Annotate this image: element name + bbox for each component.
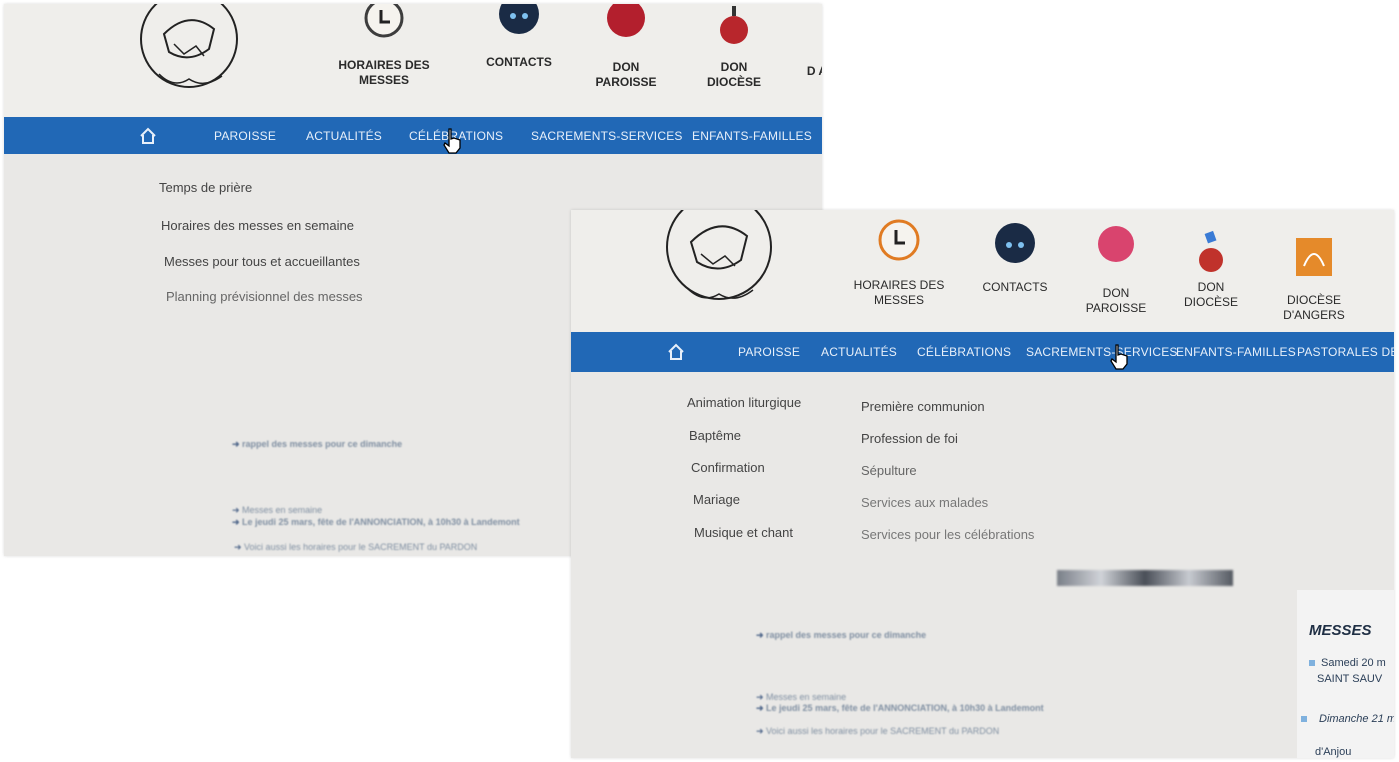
dropdown-item[interactable]: Profession de foi [861,431,958,446]
home-button[interactable] [665,341,687,363]
content-line[interactable]: Voici aussi les horaires pour le SACREME… [756,726,999,737]
sidebar-item-place: d'Anjou [1315,746,1352,758]
nav-paroisse[interactable]: PAROISSE [738,345,800,359]
dropdown-item[interactable]: Messes pour tous et accueillantes [164,254,360,269]
don-paroisse-link[interactable]: DON PAROISSE [1076,224,1156,316]
nav-enfants-familles[interactable]: ENFANTS-FAMILLES [1176,345,1296,359]
main-nav: PAROISSE ACTUALITÉS CÉLÉBRATIONS SACREME… [571,332,1394,372]
content-line[interactable]: Le jeudi 25 mars, fête de l'ANNONCIATION… [756,703,1044,714]
parish-logo[interactable] [659,210,779,322]
sidebar-item[interactable]: Dimanche 21 m [1319,713,1394,725]
content-line[interactable]: rappel des messes pour ce dimanche [232,439,402,450]
bullet-icon [1309,660,1315,666]
don-diocese-label: DON DIOCÈSE [706,60,761,89]
nav-paroisse[interactable]: PAROISSE [214,129,276,143]
dropdown-item[interactable]: Musique et chant [694,525,793,540]
site-header: HORAIRES DES MESSES CONTACTS DON PAROISS… [571,210,1394,332]
don-diocese-link[interactable]: DON DIOCÈSE [694,4,774,90]
diocese-logo-icon [1296,238,1332,276]
nav-actualites[interactable]: ACTUALITÉS [821,345,897,359]
horaires-des-messes-link[interactable]: HORAIRES DES MESSES [849,218,949,308]
site-header: HORAIRES DES MESSES CONTACTS DON PAROISS… [4,4,822,117]
dropdown-item[interactable]: Confirmation [691,460,765,475]
don-diocese-link[interactable]: DON DIOCÈSE [1171,228,1251,310]
dropdown-item[interactable]: Planning prévisionnel des messes [166,289,363,304]
dropdown-item[interactable]: Horaires des messes en semaine [161,218,354,233]
screenshot-sacrements-menu: HORAIRES DES MESSES CONTACTS DON PAROISS… [571,210,1394,758]
content-line[interactable]: Messes en semaine [232,505,322,516]
dropdown-item[interactable]: Sépulture [861,463,917,478]
nav-enfants-familles[interactable]: ENFANTS-FAMILLES [692,129,812,143]
blurred-image-strip [1057,570,1233,586]
phone-icon [995,223,1035,263]
dropdown-item[interactable]: Première communion [861,399,985,414]
don-paroisse-label: DON PAROISSE [1085,286,1147,315]
contacts-label: CONTACTS [982,280,1048,294]
horaires-label: HORAIRES DES MESSES [853,278,945,307]
sidebar-item-place: SAINT SAUV [1317,673,1383,685]
partial-header-link[interactable]: D A [802,64,822,79]
nav-celebrations[interactable]: CÉLÉBRATIONS [917,345,1011,359]
sidebar-title: MESSES [1309,622,1372,639]
contacts-label: CONTACTS [486,55,552,69]
horaires-des-messes-link[interactable]: HORAIRES DES MESSES [329,4,439,88]
clock-icon [364,4,404,38]
don-diocese-label: DON DIOCÈSE [1183,280,1238,309]
clock-icon [878,219,920,261]
content-line[interactable]: rappel des messes pour ce dimanche [756,630,926,641]
phone-icon [499,4,539,34]
dropdown-item[interactable]: Temps de prière [159,180,252,195]
diocese-angers-label: DIOCÈSE D'ANGERS [1283,293,1345,322]
nav-pastorales-des-jeunes[interactable]: PASTORALES DES JEU [1297,345,1394,359]
donation-icon [720,6,748,44]
home-button[interactable] [137,125,159,147]
partial-label: D A [806,64,822,78]
content-line[interactable]: Voici aussi les horaires pour le SACREME… [234,542,477,553]
don-paroisse-label: DON PAROISSE [595,60,657,89]
donation-icon [1199,230,1223,272]
dropdown-item[interactable]: Baptême [689,428,741,443]
dropdown-item[interactable]: Mariage [693,492,740,507]
parish-logo[interactable] [134,4,244,104]
messes-sidebar: MESSES Samedi 20 m SAINT SAUV Dimanche 2… [1297,590,1394,758]
donation-icon [1098,226,1134,262]
content-line[interactable]: Le jeudi 25 mars, fête de l'ANNONCIATION… [232,517,520,528]
nav-sacrements-services[interactable]: SACREMENTS-SERVICES [1026,345,1178,359]
contacts-link[interactable]: CONTACTS [474,4,564,70]
horaires-label: HORAIRES DES MESSES [338,58,430,87]
hand-pointer-icon [1110,344,1128,370]
dropdown-item[interactable]: Services aux malades [861,495,988,510]
sidebar-item[interactable]: Samedi 20 m [1321,657,1386,669]
dropdown-item[interactable]: Services pour les célébrations [861,527,1034,542]
don-paroisse-link[interactable]: DON PAROISSE [586,4,666,90]
diocese-angers-link[interactable]: DIOCÈSE D'ANGERS [1269,236,1359,323]
bullet-icon [1301,716,1307,722]
nav-sacrements-services[interactable]: SACREMENTS-SERVICES [531,129,683,143]
donation-icon [607,4,645,37]
contacts-link[interactable]: CONTACTS [975,222,1055,295]
nav-actualites[interactable]: ACTUALITÉS [306,129,382,143]
dropdown-item[interactable]: Animation liturgique [687,395,801,410]
home-icon [668,343,684,360]
content-line[interactable]: Messes en semaine [756,692,846,703]
hand-pointer-icon [443,128,461,154]
home-icon [140,127,156,144]
main-nav: PAROISSE ACTUALITÉS CÉLÉBRATIONS SACREME… [4,117,822,154]
